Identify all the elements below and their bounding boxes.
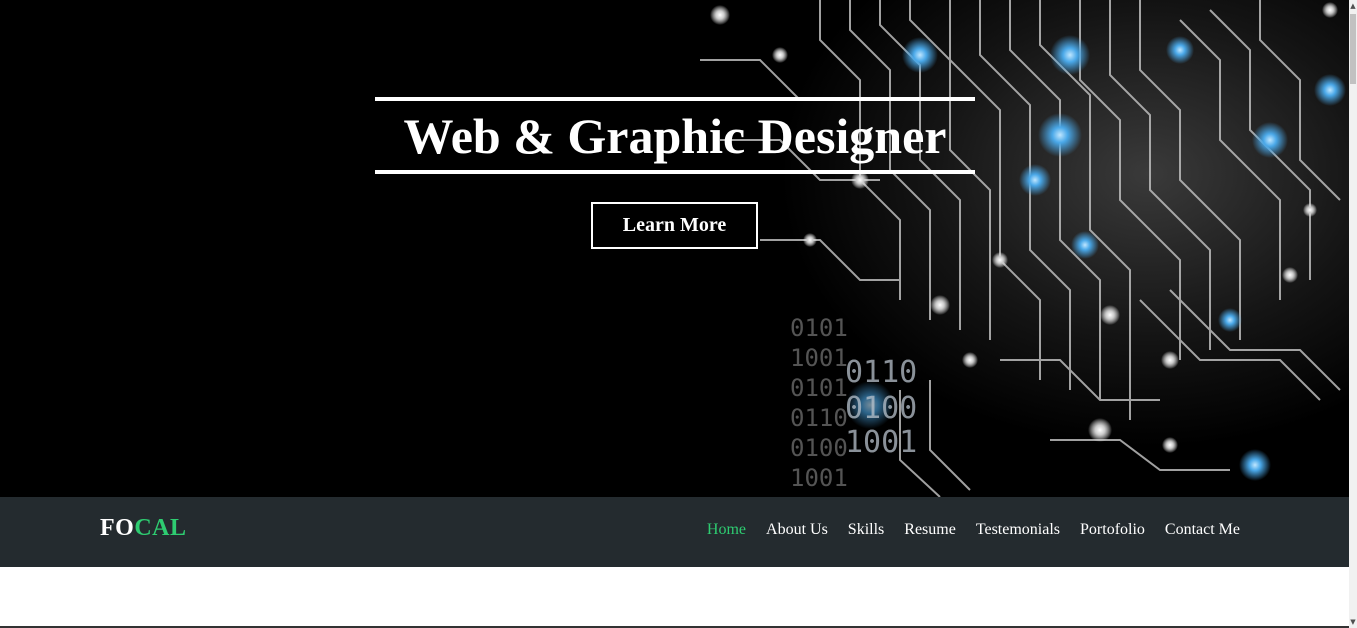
hero-title-frame: Web & Graphic Designer bbox=[375, 97, 975, 174]
scroll-down-arrow-icon[interactable]: ▼ bbox=[1349, 616, 1357, 628]
logo-part-1: FO bbox=[100, 515, 135, 541]
learn-more-button[interactable]: Learn More bbox=[591, 202, 758, 249]
nav-item-resume[interactable]: Resume bbox=[904, 521, 956, 539]
binary-line-6: 1001 bbox=[790, 464, 848, 492]
binary-line-2: 1001 bbox=[790, 344, 848, 372]
hero-title: Web & Graphic Designer bbox=[403, 107, 947, 164]
scrollbar-thumb[interactable] bbox=[1350, 14, 1356, 84]
nav-item-portofolio[interactable]: Portofolio bbox=[1080, 521, 1145, 539]
page: 0101 1001 0101 0110 0100 1001 0110 0100 … bbox=[0, 0, 1357, 628]
binary-line-5: 0100 bbox=[790, 434, 848, 462]
logo-part-2: CAL bbox=[134, 515, 187, 541]
vertical-scrollbar[interactable]: ▲ ▼ bbox=[1349, 0, 1357, 628]
binary-big-1: 0110 bbox=[845, 355, 917, 390]
nav-menu: Home About Us Skills Resume Testemonials… bbox=[707, 521, 1240, 539]
nav-item-skills[interactable]: Skills bbox=[848, 521, 884, 539]
binary-line-3: 0101 bbox=[790, 374, 848, 402]
binary-big-2: 0100 bbox=[845, 391, 917, 426]
nav-item-about-us[interactable]: About Us bbox=[766, 521, 828, 539]
hero-section: 0101 1001 0101 0110 0100 1001 0110 0100 … bbox=[0, 0, 1349, 497]
scroll-up-arrow-icon[interactable]: ▲ bbox=[1349, 0, 1357, 12]
site-logo[interactable]: FOCAL bbox=[100, 515, 187, 542]
binary-big-3: 1001 bbox=[845, 425, 917, 460]
nav-item-testemonials[interactable]: Testemonials bbox=[976, 521, 1060, 539]
binary-line-4: 0110 bbox=[790, 404, 848, 432]
binary-line-1: 0101 bbox=[790, 314, 848, 342]
nav-item-home[interactable]: Home bbox=[707, 521, 746, 539]
navbar: FOCAL Home About Us Skills Resume Testem… bbox=[0, 497, 1349, 567]
nav-item-contact-me[interactable]: Contact Me bbox=[1165, 521, 1240, 539]
